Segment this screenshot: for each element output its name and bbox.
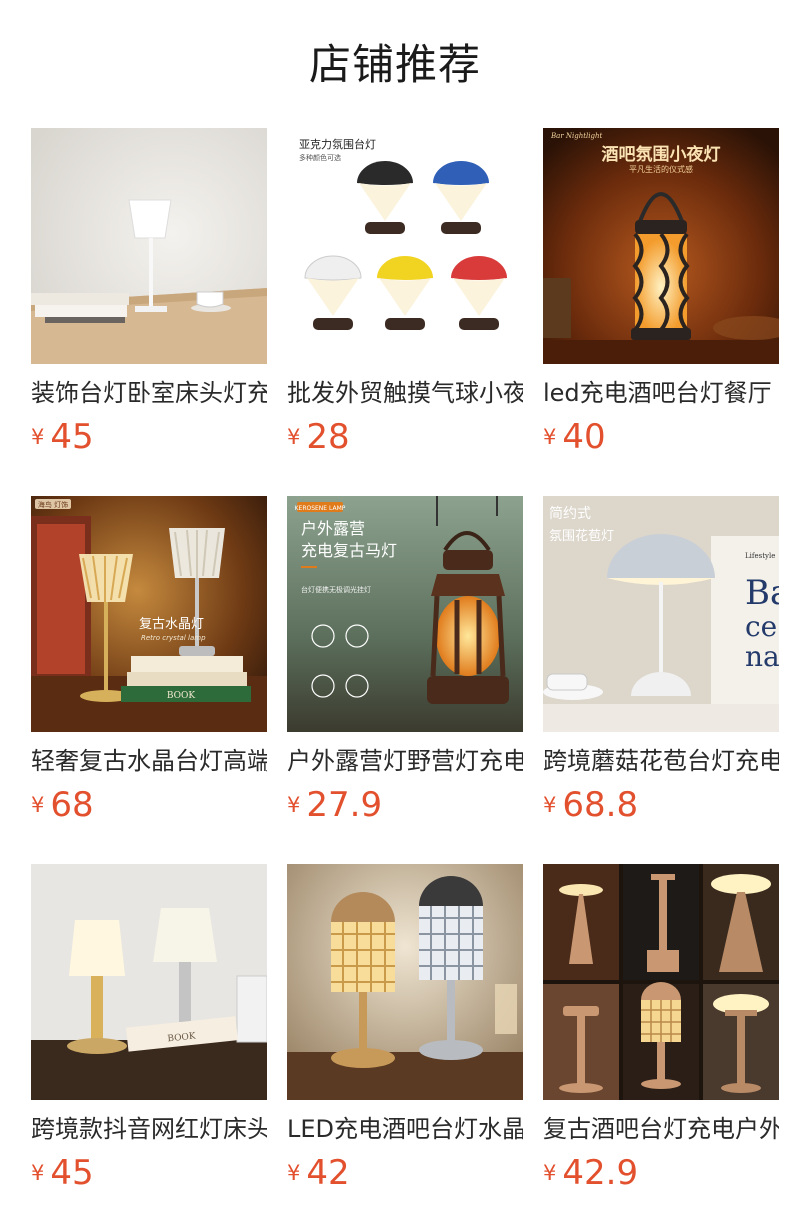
- price-value: 68: [50, 785, 94, 825]
- product-card[interactable]: LED充电酒吧台灯水晶 ¥42: [287, 864, 523, 1200]
- product-card[interactable]: 装饰台灯卧室床头灯充电 ¥45: [31, 128, 267, 464]
- price-value: 28: [306, 417, 350, 457]
- product-image[interactable]: 亚克力氛围台灯 多种颜色可选: [287, 128, 523, 364]
- price-value: 27.9: [306, 785, 383, 825]
- image-caption-en: Bar Nightlight: [550, 132, 603, 140]
- currency-symbol: ¥: [543, 793, 557, 817]
- image-brand: 海鸟 灯饰: [38, 500, 68, 509]
- product-name[interactable]: led充电酒吧台灯餐厅: [543, 376, 779, 410]
- product-price: ¥68.8: [543, 782, 638, 828]
- currency-symbol: ¥: [287, 793, 301, 817]
- image-subcaption: 充电复古马灯: [301, 541, 397, 560]
- product-price: ¥40: [543, 414, 606, 460]
- product-card[interactable]: 复古酒吧台灯充电户外 ¥42.9: [543, 864, 779, 1200]
- image-subcaption: 氛围花苞灯: [549, 528, 614, 544]
- image-book-text: na: [745, 640, 779, 673]
- product-grid: 装饰台灯卧室床头灯充电 ¥45 亚克力氛围台灯 多种颜色可选: [0, 0, 790, 1232]
- image-caption: 亚克力氛围台灯: [299, 137, 376, 151]
- price-value: 45: [50, 417, 94, 457]
- product-image[interactable]: [287, 864, 523, 1100]
- currency-symbol: ¥: [287, 425, 301, 449]
- image-subcaption: 平凡生活的仪式感: [629, 164, 693, 174]
- image-caption: 复古水晶灯: [139, 617, 204, 632]
- product-name[interactable]: 轻奢复古水晶台灯高端: [31, 744, 267, 778]
- product-price: ¥45: [31, 1150, 94, 1196]
- product-image[interactable]: [543, 864, 779, 1100]
- product-image[interactable]: KEROSENE LAMP 户外露营 充电复古马灯 台灯便携无极调光挂灯: [287, 496, 523, 732]
- product-name[interactable]: 跨境蘑菇花苞台灯充电: [543, 744, 779, 778]
- product-image[interactable]: Lifestyle Ba ce na 简约式 氛围花苞灯: [543, 496, 779, 732]
- product-price: ¥27.9: [287, 782, 382, 828]
- product-name[interactable]: 批发外贸触摸气球小夜灯: [287, 376, 523, 410]
- currency-symbol: ¥: [543, 425, 557, 449]
- currency-symbol: ¥: [543, 1161, 557, 1185]
- product-name[interactable]: 装饰台灯卧室床头灯充电: [31, 376, 267, 410]
- price-value: 68.8: [562, 785, 639, 825]
- currency-symbol: ¥: [31, 1161, 45, 1185]
- image-book-text: Lifestyle: [745, 552, 775, 560]
- product-card[interactable]: 亚克力氛围台灯 多种颜色可选 批发外贸触摸气球小夜 ¥ 28: [287, 128, 523, 464]
- product-name[interactable]: 复古酒吧台灯充电户外: [543, 1112, 779, 1146]
- product-card[interactable]: KEROSENE LAMP 户外露营 充电复古马灯 台灯便携无极调光挂灯 户外露…: [287, 496, 523, 832]
- product-image[interactable]: BOOK: [31, 864, 267, 1100]
- product-card[interactable]: Lifestyle Ba ce na 简约式 氛围花苞灯 跨境蘑菇花苞台灯充电: [543, 496, 779, 832]
- product-card[interactable]: Bar Nightlight 酒吧氛围小夜灯 平凡生活的仪式感 led充电酒吧台…: [543, 128, 779, 464]
- currency-symbol: ¥: [31, 425, 45, 449]
- product-name[interactable]: LED充电酒吧台灯水晶: [287, 1112, 523, 1146]
- image-feature: 台灯便携无极调光挂灯: [301, 585, 371, 594]
- image-caption: 户外露营: [301, 519, 365, 538]
- currency-symbol: ¥: [287, 1161, 301, 1185]
- image-book-text: ce: [745, 610, 777, 643]
- image-book-label: BOOK: [167, 691, 196, 701]
- price-value: 45: [50, 1153, 94, 1193]
- product-name[interactable]: 户外露营灯野营灯充电: [287, 744, 523, 778]
- image-tag: KEROSENE LAMP: [295, 505, 346, 512]
- product-price: ¥42: [287, 1150, 350, 1196]
- product-price: ¥42.9: [543, 1150, 638, 1196]
- price-value: 42.9: [562, 1153, 639, 1193]
- product-image[interactable]: 海鸟 灯饰 BOOK 复古水晶灯 Retro crystal lamp: [31, 496, 267, 732]
- product-card[interactable]: BOOK 跨境款抖音网红灯床头 ¥45: [31, 864, 267, 1200]
- image-subcaption: 多种颜色可选: [299, 153, 341, 162]
- product-price: ¥45: [31, 414, 94, 460]
- image-book-text: Ba: [745, 573, 779, 613]
- image-subcaption: Retro crystal lamp: [141, 634, 206, 642]
- currency-symbol: ¥: [31, 793, 45, 817]
- product-image[interactable]: Bar Nightlight 酒吧氛围小夜灯 平凡生活的仪式感: [543, 128, 779, 364]
- page: 店铺推荐 装饰台灯卧室床头灯充 ¥ 45 亚克力氛围台灯 多种颜色可选 批发外贸…: [0, 0, 790, 1232]
- image-caption: 简约式: [549, 505, 591, 522]
- product-price: ¥68: [31, 782, 94, 828]
- image-caption: 酒吧氛围小夜灯: [602, 144, 721, 165]
- product-name[interactable]: 跨境款抖音网红灯床头: [31, 1112, 267, 1146]
- product-image[interactable]: [31, 128, 267, 364]
- price-value: 42: [306, 1153, 350, 1193]
- product-price: ¥28: [287, 414, 350, 460]
- product-card[interactable]: 海鸟 灯饰 BOOK 复古水晶灯 Retro crystal lamp 轻奢复古…: [31, 496, 267, 832]
- price-value: 40: [562, 417, 606, 457]
